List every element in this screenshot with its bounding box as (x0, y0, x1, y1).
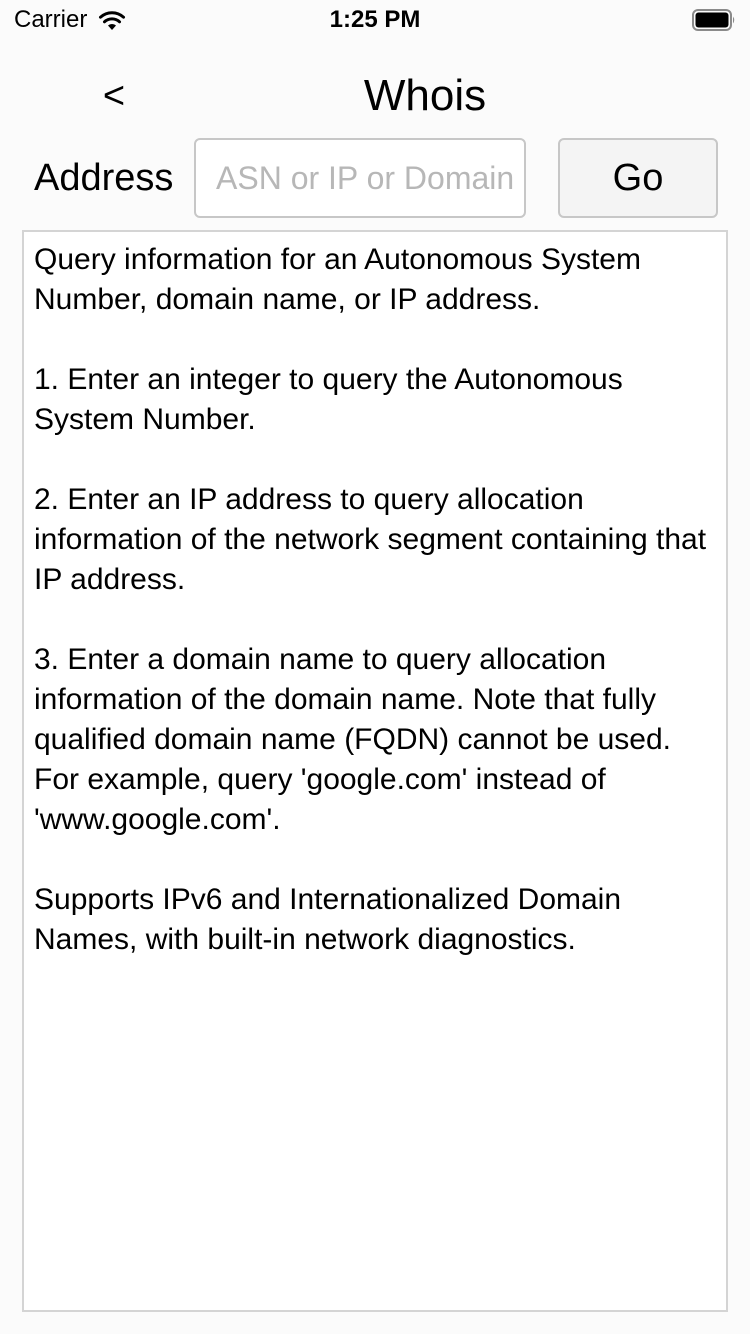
info-paragraph: Supports IPv6 and Internationalized Doma… (34, 883, 622, 956)
info-paragraph: Query information for an Autonomous Syst… (34, 243, 641, 316)
status-time: 1:25 PM (329, 6, 421, 33)
info-paragraph: 1. Enter an integer to query the Autonom… (34, 363, 623, 436)
status-bar: Carrier 1:25 PM (0, 0, 750, 40)
navigation-bar: < Whois (0, 60, 750, 132)
info-paragraph: 3. Enter a domain name to query allocati… (34, 643, 672, 836)
address-label: Address (34, 157, 174, 199)
results-text-view[interactable]: Query information for an Autonomous Syst… (22, 230, 728, 1312)
page-title: Whois (363, 71, 487, 120)
info-paragraph: 2. Enter an IP address to query allocati… (34, 483, 707, 596)
go-button[interactable]: Go (558, 138, 718, 218)
battery-icon (692, 9, 735, 31)
address-input[interactable] (194, 138, 526, 218)
